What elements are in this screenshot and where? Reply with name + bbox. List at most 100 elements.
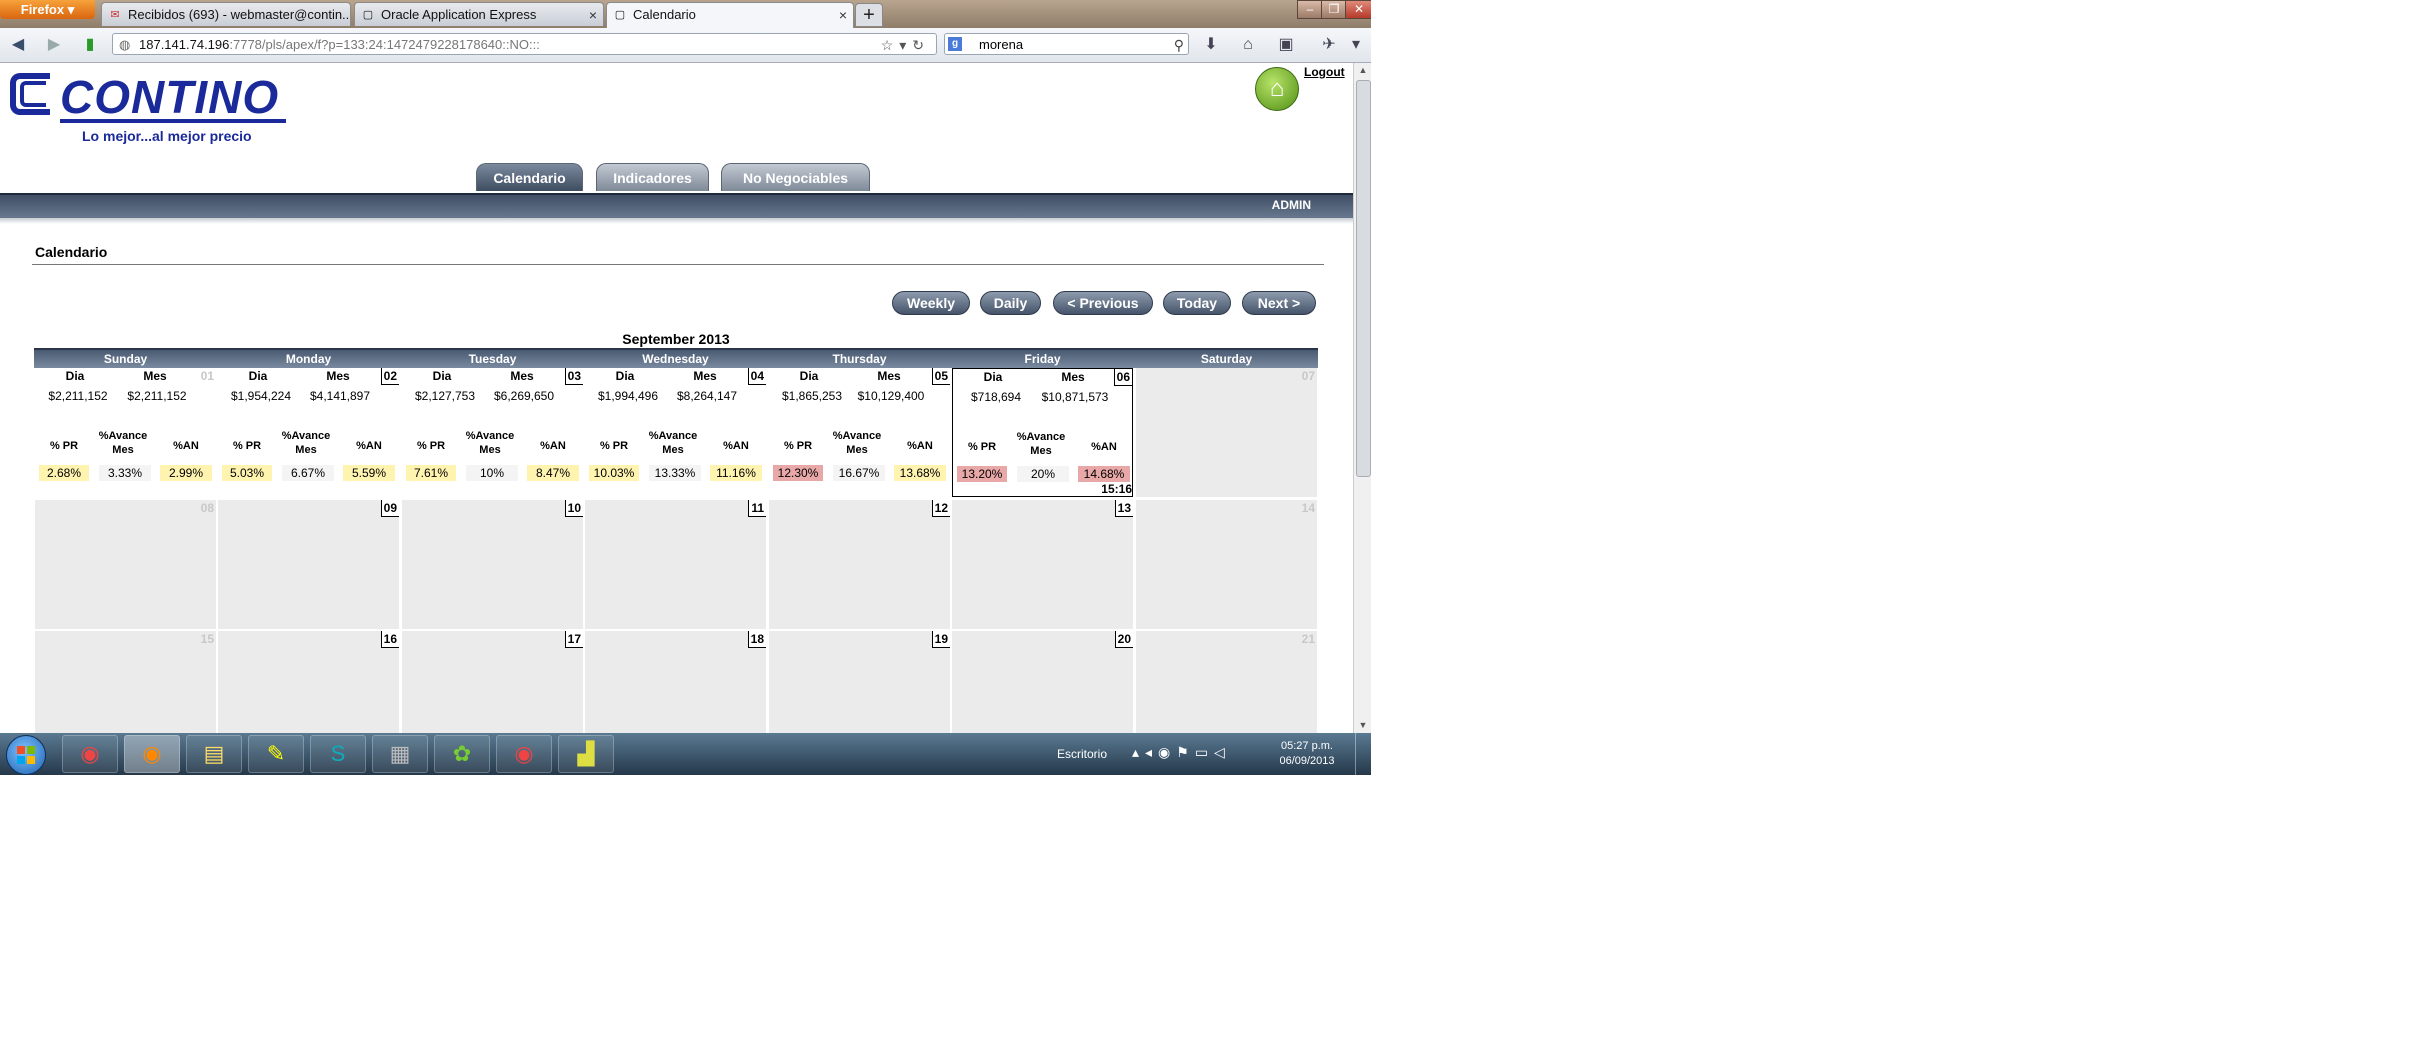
day-cell-09[interactable]: 09 — [218, 500, 399, 629]
page-scrollbar[interactable]: ▲ ▼ — [1353, 63, 1371, 733]
avance-value: 6.67% — [282, 465, 334, 481]
window-menu-icon[interactable]: ▣ — [1275, 34, 1297, 56]
explorer-taskbar-icon[interactable]: ▤ — [186, 735, 242, 773]
back-icon[interactable]: ◀ — [8, 35, 28, 55]
day-number[interactable]: 17 — [564, 631, 583, 648]
day-number[interactable]: 05 — [931, 368, 950, 385]
day-number[interactable]: 20 — [1114, 631, 1133, 648]
menu-arrow-icon[interactable]: ▾ — [1345, 34, 1367, 56]
day-number[interactable]: 14 — [1300, 500, 1317, 516]
day-cell-14[interactable]: 14 — [1136, 500, 1317, 629]
day-cell-01[interactable]: 01 Dia Mes $2,211,152 $2,211,152 % PR %Avance M… — [35, 368, 216, 497]
chrome-taskbar-icon-2[interactable]: ◉ — [496, 735, 552, 773]
tab-calendario[interactable]: Calendario — [476, 163, 583, 191]
url-bar[interactable]: ◍ 187.141.74.196:7778/pls/apex/f?p=133:2… — [112, 33, 937, 55]
clock[interactable]: 05:27 p.m. 06/09/2013 — [1277, 739, 1337, 769]
day-number[interactable]: 04 — [747, 368, 766, 385]
day-number[interactable]: 19 — [931, 631, 950, 648]
home-icon[interactable]: ⌂ — [1255, 67, 1299, 111]
tab-no-negociables[interactable]: No Negociables — [721, 163, 870, 191]
logout-link[interactable]: Logout — [1304, 65, 1345, 79]
tab-oracle-apex[interactable]: ▢ Oracle Application Express × — [354, 2, 604, 26]
search-icon[interactable]: ⚲ — [1174, 34, 1184, 56]
day-cell-11[interactable]: 11 — [585, 500, 766, 629]
close-window-icon[interactable]: ✕ — [1345, 0, 1371, 19]
chrome-taskbar-icon[interactable]: ◉ — [62, 735, 118, 773]
day-number[interactable]: 07 — [1300, 368, 1317, 384]
contino-logo[interactable]: CONTINO Lo mejor...al mejor precio — [10, 73, 286, 153]
scroll-thumb[interactable] — [1356, 80, 1371, 477]
day-number[interactable]: 08 — [199, 500, 216, 516]
day-number[interactable]: 18 — [747, 631, 766, 648]
day-number[interactable]: 16 — [380, 631, 399, 648]
dia-value: $2,127,753 — [414, 389, 476, 403]
chart-app-taskbar-icon[interactable]: ▟ — [558, 735, 614, 773]
scroll-up-icon[interactable]: ▲ — [1354, 63, 1371, 78]
day-number[interactable]: 21 — [1300, 631, 1317, 647]
scroll-down-icon[interactable]: ▼ — [1354, 718, 1371, 733]
previous-button[interactable]: < Previous — [1053, 291, 1153, 315]
weekly-button[interactable]: Weekly — [892, 291, 970, 315]
pr-header: % PR — [599, 440, 629, 452]
bookmark-star-icon[interactable]: ☆▾↻ — [881, 34, 930, 56]
tab-indicadores[interactable]: Indicadores — [596, 163, 709, 191]
day-cell-13[interactable]: 13 — [952, 500, 1133, 629]
day-cell-08[interactable]: 08 — [35, 500, 216, 629]
tab-calendario[interactable]: ▢ Calendario × — [606, 2, 854, 28]
app-nav-bar: ADMIN — [0, 193, 1353, 220]
close-tab-icon[interactable]: × — [839, 3, 847, 27]
start-button[interactable] — [6, 735, 46, 775]
daily-button[interactable]: Daily — [980, 291, 1041, 315]
database-taskbar-icon[interactable]: ▦ — [372, 735, 428, 773]
forward-icon[interactable]: ▶ — [44, 35, 64, 55]
firefox-menu-button[interactable]: Firefox ▾ — [0, 0, 95, 19]
toad-taskbar-icon[interactable]: ✿ — [434, 735, 490, 773]
day-cell-03[interactable]: 03 Dia Mes $2,127,753 $6,269,650 % PR %Avance M… — [402, 368, 583, 497]
day-cell-17[interactable]: 17 — [402, 631, 583, 733]
download-icon[interactable]: ⬇ — [1200, 34, 1222, 56]
day-cell-10[interactable]: 10 — [402, 500, 583, 629]
day-number[interactable]: 06 — [1113, 369, 1132, 386]
notes-taskbar-icon[interactable]: ✎ — [248, 735, 304, 773]
day-cell-06[interactable]: 06 Dia Mes $718,694 $10,871,573 % PR %Avance Me… — [952, 368, 1133, 497]
day-cell-12[interactable]: 12 — [769, 500, 950, 629]
tab-gmail[interactable]: ✉ Recibidos (693) - webmaster@contin... — [101, 2, 351, 26]
day-number[interactable]: 03 — [564, 368, 583, 385]
new-tab-button[interactable]: + — [855, 3, 883, 27]
day-number[interactable]: 13 — [1114, 500, 1133, 517]
day-number[interactable]: 12 — [931, 500, 950, 517]
google-icon[interactable]: g — [948, 37, 962, 51]
day-number[interactable]: 11 — [748, 500, 766, 517]
tab-title: Recibidos (693) - webmaster@contin... — [128, 7, 351, 22]
firefox-taskbar-icon[interactable]: ◉ — [124, 735, 180, 773]
mes-value: $4,141,897 — [309, 389, 371, 403]
minimize-icon[interactable]: – — [1297, 0, 1323, 19]
day-number[interactable]: 10 — [564, 500, 583, 517]
skype-taskbar-icon[interactable]: S — [310, 735, 366, 773]
day-cell-15[interactable]: 15 — [35, 631, 216, 733]
day-number[interactable]: 02 — [380, 368, 399, 385]
addon-icon[interactable]: ✈ — [1318, 34, 1340, 56]
day-number[interactable]: 09 — [380, 500, 399, 517]
system-tray-icons[interactable]: ▴◂◉⚑▭◁ — [1132, 744, 1231, 761]
day-number[interactable]: 01 — [199, 368, 216, 384]
day-number[interactable]: 15 — [199, 631, 216, 647]
show-desktop-button[interactable] — [1355, 733, 1371, 775]
day-cell-21[interactable]: 21 — [1136, 631, 1317, 733]
day-cell-16[interactable]: 16 — [218, 631, 399, 733]
day-cell-07[interactable]: 07 — [1136, 368, 1317, 497]
tray-desktop-label[interactable]: Escritorio — [1057, 747, 1107, 761]
nav-bar-shadow — [0, 218, 1353, 224]
home-icon[interactable]: ⌂ — [1237, 34, 1259, 56]
restore-icon[interactable]: ❐ — [1321, 0, 1347, 19]
close-tab-icon[interactable]: × — [589, 3, 597, 26]
day-cell-02[interactable]: 02 Dia Mes $1,954,224 $4,141,897 % PR %Avance M… — [218, 368, 399, 497]
search-input[interactable]: g morena ⚲ — [944, 33, 1189, 55]
next-button[interactable]: Next > — [1242, 291, 1316, 315]
day-cell-04[interactable]: 04 Dia Mes $1,994,496 $8,264,147 % PR %Avance M… — [585, 368, 766, 497]
today-button[interactable]: Today — [1163, 291, 1231, 315]
day-cell-20[interactable]: 20 — [952, 631, 1133, 733]
day-cell-18[interactable]: 18 — [585, 631, 766, 733]
day-cell-05[interactable]: 05 Dia Mes $1,865,253 $10,129,400 % PR %Avance… — [769, 368, 950, 497]
day-cell-19[interactable]: 19 — [769, 631, 950, 733]
